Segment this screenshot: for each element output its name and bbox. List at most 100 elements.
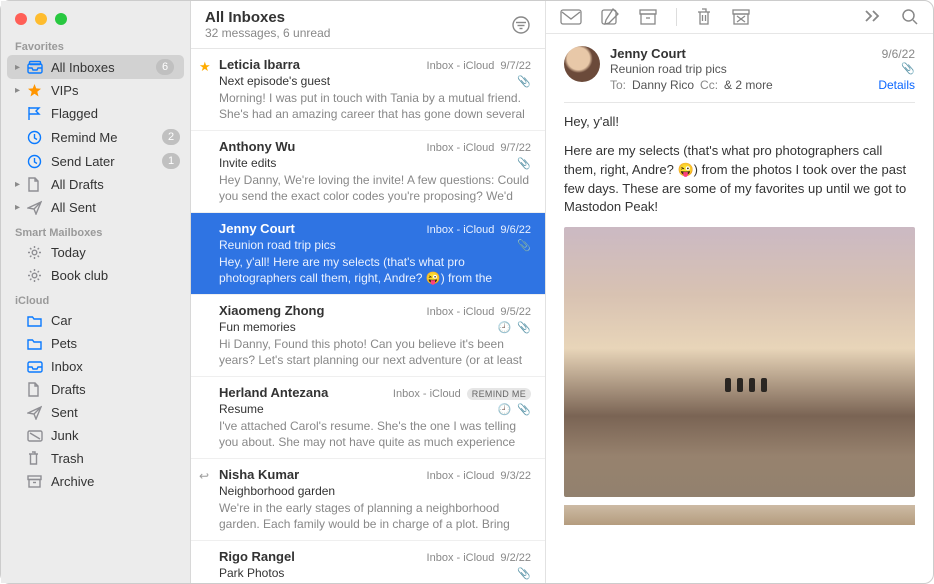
message-subject: Resume [219,402,498,416]
sidebar-item-all-sent[interactable]: ▸ All Sent [1,196,190,219]
cc-recipients[interactable]: & 2 more [724,78,773,92]
reply-arrow-icon: ↩ [199,469,209,483]
chevron-right-icon[interactable]: ▸ [15,202,25,213]
message-date: 9/5/22 [500,306,531,318]
message-preview: Hi Danny, I took some great photos of th… [219,582,531,583]
sidebar-item-label: Flagged [51,106,180,121]
search-icon[interactable] [901,8,919,26]
message-date: 9/2/22 [500,552,531,564]
chevron-right-icon[interactable]: ▸ [15,62,25,73]
sidebar-item-sent[interactable]: ▸ Sent [1,401,190,424]
message-row[interactable]: ↩ Nisha Kumar Inbox - iCloud9/3/22 Neigh… [191,459,545,541]
zoom-window-button[interactable] [55,13,67,25]
message-reader: Jenny Court 9/6/22 Reunion road trip pic… [546,34,933,583]
chevron-right-icon[interactable]: ▸ [15,179,25,190]
attachment-icon: 📎 [517,567,531,580]
sidebar-item-label: All Drafts [51,177,180,192]
sidebar-item-drafts[interactable]: ▸ Drafts [1,378,190,401]
star-icon [27,83,45,98]
message-sender: Nisha Kumar [219,467,427,482]
sidebar-item-remind-me[interactable]: ▸ Remind Me 2 [1,125,190,149]
reader-subject: Reunion road trip pics [610,62,727,76]
sidebar-badge: 6 [156,59,174,75]
message-date: 9/7/22 [500,60,531,72]
details-link[interactable]: Details [878,78,915,92]
doc-icon [27,177,45,192]
sidebar-item-label: Drafts [51,382,180,397]
archive-icon [27,475,45,488]
sidebar-item-trash[interactable]: ▸ Trash [1,447,190,470]
filter-icon[interactable] [511,15,531,35]
close-window-button[interactable] [15,13,27,25]
sidebar-item-label: All Sent [51,200,180,215]
tray-all-icon [27,60,45,74]
archive-icon[interactable] [638,8,658,26]
window-controls [1,1,190,33]
sidebar-item-label: Trash [51,451,180,466]
sidebar-item-car[interactable]: ▸ Car [1,309,190,332]
sender-avatar [564,46,600,82]
sidebar-badge: 2 [162,129,180,145]
message-row[interactable]: Xiaomeng Zhong Inbox - iCloud9/5/22 Fun … [191,295,545,377]
message-sender: Rigo Rangel [219,549,427,564]
message-preview: Hi Danny, Found this photo! Can you beli… [219,336,531,368]
toolbar-divider [676,8,677,26]
message-row[interactable]: Herland Antezana Inbox - iCloudREMIND ME… [191,377,545,459]
reader-sender: Jenny Court [610,46,882,61]
compose-icon[interactable] [600,7,620,27]
sidebar-item-all-drafts[interactable]: ▸ All Drafts [1,173,190,196]
message-sender: Leticia Ibarra [219,57,427,72]
message-date: 9/6/22 [500,224,531,236]
more-icon[interactable] [863,10,883,24]
envelope-icon[interactable] [560,8,582,26]
chevron-right-icon[interactable]: ▸ [15,85,25,96]
attachment-icon: 📎 [517,157,531,170]
sidebar-item-inbox[interactable]: ▸ Inbox [1,355,190,378]
to-recipient[interactable]: Danny Rico [632,78,694,92]
message-mailbox: Inbox - iCloud [393,388,461,400]
message-list[interactable]: ★ Leticia Ibarra Inbox - iCloud9/7/22 Ne… [191,49,545,583]
message-body: Hey, y'all! Here are my selects (that's … [564,113,915,217]
flag-icon [27,106,45,121]
message-row[interactable]: ★ Leticia Ibarra Inbox - iCloud9/7/22 Ne… [191,49,545,131]
message-list-header: All Inboxes 32 messages, 6 unread [191,1,545,49]
trash-icon[interactable] [695,7,713,27]
sidebar-item-vips[interactable]: ▸ VIPs [1,79,190,102]
junk-icon[interactable] [731,8,751,26]
sidebar-section-label: Smart Mailboxes [1,219,190,241]
sidebar-item-pets[interactable]: ▸ Pets [1,332,190,355]
message-row[interactable]: Rigo Rangel Inbox - iCloud9/2/22 Park Ph… [191,541,545,583]
message-subject: Invite edits [219,156,517,170]
message-row[interactable]: Anthony Wu Inbox - iCloud9/7/22 Invite e… [191,131,545,213]
message-list-pane: All Inboxes 32 messages, 6 unread ★ Leti… [191,1,546,583]
message-mailbox: Inbox - iCloud [427,552,495,564]
sidebar-item-all-inboxes[interactable]: ▸ All Inboxes 6 [7,55,184,79]
sidebar-item-junk[interactable]: ▸ Junk [1,424,190,447]
trash-icon [27,451,45,466]
message-date: 9/3/22 [500,470,531,482]
body-paragraph: Here are my selects (that's what pro pho… [564,142,915,217]
message-row[interactable]: Jenny Court Inbox - iCloud9/6/22 Reunion… [191,213,545,295]
sidebar-item-label: Car [51,313,180,328]
gear-icon [27,268,45,283]
message-sender: Anthony Wu [219,139,427,154]
sidebar-section-label: Favorites [1,33,190,55]
attachment-icon: 📎 [517,321,531,334]
sidebar-item-send-later[interactable]: ▸ Send Later 1 [1,149,190,173]
sidebar-item-label: Book club [51,268,180,283]
attachment-photo-1[interactable] [564,227,915,497]
sidebar-item-book-club[interactable]: ▸ Book club [1,264,190,287]
attachment-icon: 📎 [517,75,531,88]
attachment-photo-2[interactable] [564,505,915,525]
sidebar-item-archive[interactable]: ▸ Archive [1,470,190,493]
attachment-icon: 📎 [901,62,915,76]
sidebar-item-today[interactable]: ▸ Today [1,241,190,264]
minimize-window-button[interactable] [35,13,47,25]
sidebar-item-flagged[interactable]: ▸ Flagged [1,102,190,125]
sidebar-item-label: Sent [51,405,180,420]
message-preview: We're in the early stages of planning a … [219,500,531,532]
message-subject: Reunion road trip pics [219,238,517,252]
message-mailbox: Inbox - iCloud [427,224,495,236]
toolbar [546,1,933,34]
sidebar-item-label: Archive [51,474,180,489]
